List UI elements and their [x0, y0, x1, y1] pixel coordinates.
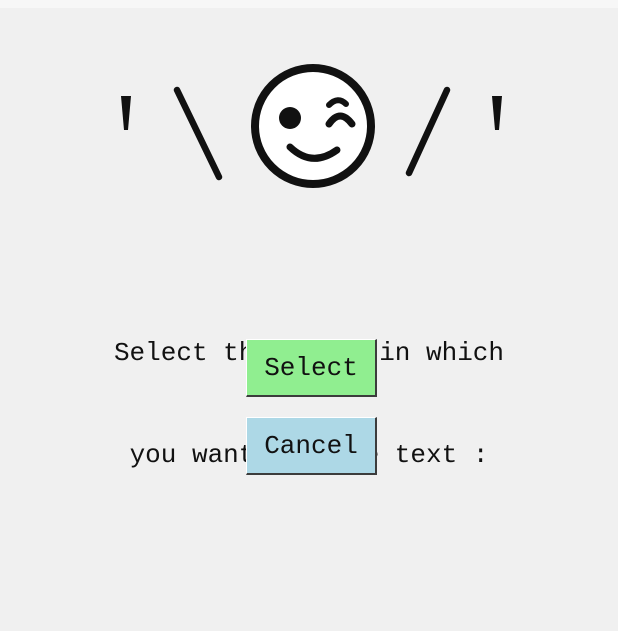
slash-mark	[405, 86, 451, 177]
emoticon-banner	[0, 62, 618, 194]
backslash-mark	[173, 86, 223, 181]
right-apostrophe-mark	[492, 96, 502, 130]
select-button[interactable]: Select	[246, 339, 377, 397]
emoticon-graphic	[121, 64, 502, 188]
winking-face-icon	[251, 64, 375, 188]
left-apostrophe-mark	[121, 96, 131, 130]
cancel-button[interactable]: Cancel	[246, 417, 377, 475]
window-top-strip	[0, 0, 618, 8]
